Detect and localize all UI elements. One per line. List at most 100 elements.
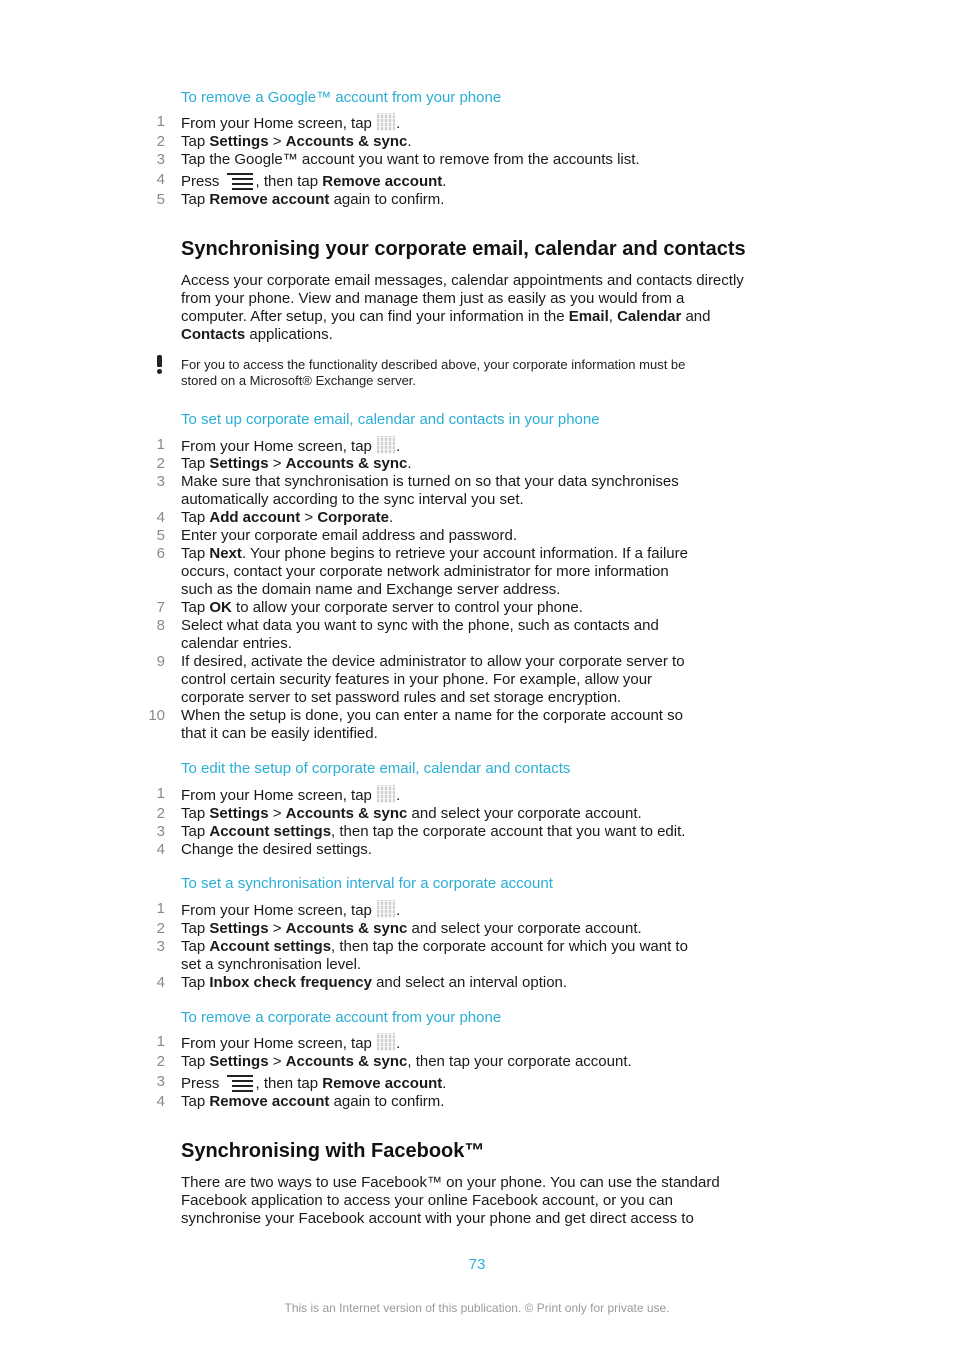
step-number: 10 — [148, 707, 165, 724]
app-email: Email — [568, 308, 609, 325]
step-text: If desired, activate the device administ… — [181, 653, 685, 670]
step-text: Make sure that synchronisation is turned… — [181, 473, 679, 490]
step-number: 3 — [156, 823, 165, 840]
ui-term: Inbox check frequency — [209, 974, 372, 991]
ui-term: Settings — [209, 920, 269, 937]
ui-term: Settings — [209, 133, 269, 150]
step-number: 3 — [156, 151, 165, 168]
heading-corporate-sync: Synchronising your corporate email, cale… — [181, 238, 746, 260]
ui-term: Accounts & sync — [285, 920, 408, 937]
ui-term: Settings — [209, 455, 269, 472]
subheading-remove-google: To remove a Google™ account from your ph… — [181, 89, 502, 106]
step-text: such as the domain name and Exchange ser… — [181, 581, 561, 598]
step-number: 5 — [156, 527, 165, 544]
step-text: When the setup is done, you can enter a … — [181, 707, 683, 724]
step-number: 9 — [156, 653, 165, 670]
intro-text: and — [685, 308, 711, 325]
step-text: Tap Remove account again to confirm. — [181, 191, 445, 208]
step-number: 4 — [156, 509, 165, 526]
step-text: Tap Settings > Accounts & sync and selec… — [181, 805, 642, 822]
step-number: 3 — [156, 938, 165, 955]
step-number: 8 — [156, 617, 165, 634]
ui-term: Next — [209, 545, 242, 562]
step-number: 4 — [156, 841, 165, 858]
ui-term: Accounts & sync — [285, 805, 408, 822]
step-text: Tap Settings > Accounts & sync and selec… — [181, 920, 642, 937]
intro-line: from your phone. View and manage them ju… — [181, 290, 685, 307]
step-text: Tap Settings > Accounts & sync. — [181, 133, 412, 150]
ui-term: Remove account — [209, 191, 330, 208]
corporate-intro: Access your corporate email messages, ca… — [181, 272, 801, 344]
step-text: Tap Settings > Accounts & sync. — [181, 455, 412, 472]
subheading-interval: To set a synchronisation interval for a … — [181, 875, 553, 892]
step-text: calendar entries. — [181, 635, 292, 652]
subheading-setup: To set up corporate email, calendar and … — [181, 411, 600, 428]
ui-term: Accounts & sync — [285, 1053, 408, 1070]
step-text: From your Home screen, tap . — [181, 1033, 401, 1052]
intro-text: computer. After setup, you can find your… — [181, 308, 569, 325]
step-number: 2 — [156, 920, 165, 937]
app-contacts: Contacts — [181, 326, 246, 343]
step-text: Tap Account settings, then tap the corpo… — [181, 823, 686, 840]
step-text: From your Home screen, tap . — [181, 900, 401, 919]
menu-icon — [226, 1073, 253, 1093]
ui-term: Remove account — [322, 173, 443, 190]
ui-term: Settings — [209, 1053, 269, 1070]
intro-text: applications. — [249, 326, 333, 343]
step-number: 2 — [156, 133, 165, 150]
step-text: set a synchronisation level. — [181, 956, 362, 973]
apps-grid-icon — [377, 785, 396, 803]
step-text: Tap Account settings, then tap the corpo… — [181, 938, 688, 955]
step-number: 7 — [156, 599, 165, 616]
step-text: Change the desired settings. — [181, 841, 372, 858]
step-text: Tap OK to allow your corporate server to… — [181, 599, 583, 616]
ui-term: Remove account — [209, 1093, 330, 1110]
step-number: 1 — [156, 436, 165, 453]
step-number: 4 — [156, 974, 165, 991]
step-text: From your Home screen, tap . — [181, 436, 401, 455]
step-number: 1 — [156, 113, 165, 130]
step-number: 4 — [156, 1093, 165, 1110]
step-number: 1 — [156, 1033, 165, 1050]
ui-term: Accounts & sync — [285, 455, 408, 472]
step-text: Tap Settings > Accounts & sync, then tap… — [181, 1053, 632, 1070]
intro-line: computer. After setup, you can find your… — [181, 308, 711, 325]
step-text: Tap Remove account again to confirm. — [181, 1093, 445, 1110]
heading-facebook: Synchronising with Facebook™ — [181, 1140, 485, 1162]
note-exchange: For you to access the functionality desc… — [181, 357, 781, 389]
step-text: Select what data you want to sync with t… — [181, 617, 659, 634]
step-number: 2 — [156, 455, 165, 472]
intro-line: synchronise your Facebook account with y… — [181, 1210, 694, 1227]
ui-term: Settings — [209, 805, 269, 822]
apps-grid-icon — [377, 436, 396, 454]
step-number: 2 — [156, 805, 165, 822]
note-line: stored on a Microsoft® Exchange server. — [181, 373, 417, 388]
apps-grid-icon — [377, 900, 396, 918]
footer-notice: This is an Internet version of this publ… — [284, 1301, 670, 1315]
step-text: control certain security features in you… — [181, 671, 653, 688]
subheading-remove-corporate: To remove a corporate account from your … — [181, 1009, 502, 1026]
step-text: Press , then tap Remove account. — [181, 171, 447, 191]
menu-icon — [226, 171, 253, 191]
step-text: Tap Inbox check frequency and select an … — [181, 974, 568, 991]
step-number: 1 — [156, 785, 165, 802]
note-line: For you to access the functionality desc… — [181, 357, 686, 372]
step-number: 3 — [156, 473, 165, 490]
step-text: automatically according to the sync inte… — [181, 491, 524, 508]
ui-term: Corporate — [317, 509, 389, 526]
step-number: 3 — [156, 1073, 165, 1090]
intro-line: There are two ways to use Facebook™ on y… — [181, 1174, 720, 1191]
ui-term: Account settings — [209, 823, 332, 840]
intro-line: Access your corporate email messages, ca… — [181, 272, 744, 289]
ui-term: Remove account — [322, 1075, 443, 1092]
apps-grid-icon — [377, 1033, 396, 1051]
step-text: Tap Add account > Corporate. — [181, 509, 394, 526]
ui-term: Add account — [209, 509, 301, 526]
step-number: 5 — [156, 191, 165, 208]
step-text: Tap Next. Your phone begins to retrieve … — [181, 545, 688, 562]
apps-grid-icon — [377, 113, 396, 131]
step-text: that it can be easily identified. — [181, 725, 378, 742]
step-text: occurs, contact your corporate network a… — [181, 563, 669, 580]
step-number: 2 — [156, 1053, 165, 1070]
step-number: 6 — [156, 545, 165, 562]
